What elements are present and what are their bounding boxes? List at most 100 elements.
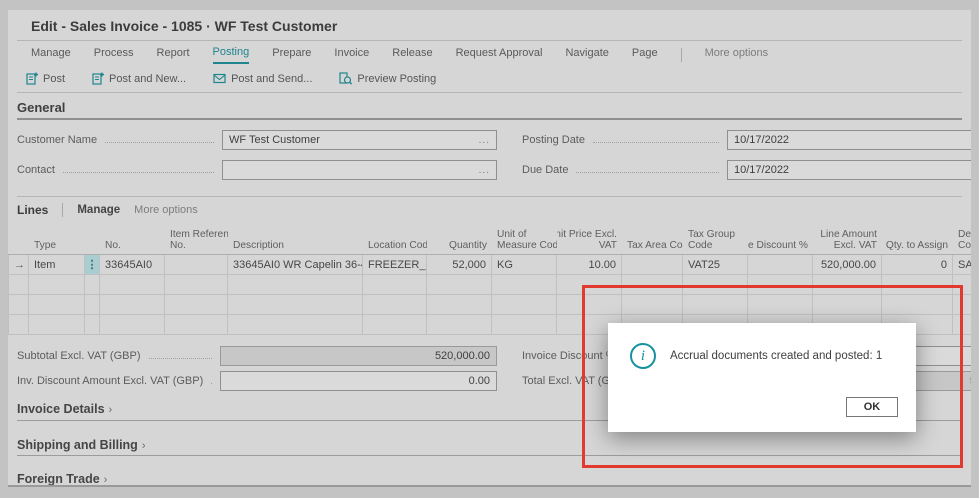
column-header[interactable]: No. [100,225,165,255]
due-date-input[interactable]: 10/17/2022 [727,160,971,180]
menu-item-release[interactable]: Release [392,47,432,63]
table-cell[interactable] [165,315,228,335]
table-cell[interactable]: VAT25 [683,255,748,275]
row-selector-cell[interactable] [8,295,29,315]
table-cell[interactable] [557,295,622,315]
table-cell[interactable] [228,275,363,295]
table-cell[interactable] [85,315,100,335]
column-header[interactable]: Line Discount % [748,225,813,255]
general-section-heading[interactable]: General [17,100,65,115]
preview-posting-button[interactable]: Preview Posting [339,72,436,85]
table-cell[interactable] [953,295,971,315]
table-cell[interactable] [683,295,748,315]
table-cell[interactable] [165,295,228,315]
table-cell[interactable] [953,315,971,335]
table-cell[interactable] [953,275,971,295]
column-header[interactable] [8,225,29,255]
row-selector-cell[interactable] [8,315,29,335]
table-cell[interactable]: 10.00 [557,255,622,275]
table-cell[interactable] [813,295,882,315]
table-cell[interactable] [492,295,557,315]
column-header[interactable]: Item ReferenceNo. [165,225,228,255]
shipping-and-billing-section[interactable]: Shipping and Billing› [17,438,146,452]
contact-input[interactable]: ... [222,160,497,180]
menu-item-invoice[interactable]: Invoice [334,47,369,63]
table-cell[interactable] [622,295,683,315]
table-cell[interactable] [363,275,427,295]
table-cell[interactable]: FREEZER_01 [363,255,427,275]
table-cell[interactable] [427,295,492,315]
invoice-details-section[interactable]: Invoice Details› [17,402,112,416]
assist-edit-icon[interactable]: ... [479,165,490,176]
post-button[interactable]: Post [26,72,65,85]
table-cell[interactable] [228,315,363,335]
post-and-new-button[interactable]: Post and New... [92,72,186,85]
table-cell[interactable] [882,295,953,315]
column-header[interactable]: Unit Price Excl.VAT [557,225,622,255]
table-cell[interactable] [29,315,85,335]
table-cell[interactable] [492,275,557,295]
menu-more-options[interactable]: More options [705,47,769,63]
menu-item-posting[interactable]: Posting [213,46,250,64]
menu-item-request-approval[interactable]: Request Approval [456,47,543,63]
table-cell[interactable]: 520,000.00 [813,255,882,275]
column-header[interactable]: Tax GroupCode [683,225,748,255]
table-cell[interactable] [363,295,427,315]
column-header[interactable]: DeparCode [953,225,971,255]
ok-button[interactable]: OK [846,397,898,417]
column-header[interactable]: Unit ofMeasure Code [492,225,557,255]
table-cell[interactable]: 52,000 [427,255,492,275]
table-cell[interactable] [363,315,427,335]
table-cell[interactable] [492,315,557,335]
table-cell[interactable]: 0 [882,255,953,275]
table-cell[interactable] [228,295,363,315]
table-cell[interactable] [165,255,228,275]
table-cell[interactable] [813,275,882,295]
table-cell[interactable] [882,275,953,295]
table-cell[interactable] [622,255,683,275]
table-cell[interactable]: 33645AI0 [100,255,165,275]
foreign-trade-section[interactable]: Foreign Trade› [17,472,107,486]
table-cell[interactable] [427,275,492,295]
menu-item-process[interactable]: Process [94,47,134,63]
menu-item-navigate[interactable]: Navigate [565,47,608,63]
table-cell[interactable] [427,315,492,335]
table-cell[interactable] [85,295,100,315]
posting-date-input[interactable]: 10/17/2022 [727,130,971,150]
table-cell[interactable] [100,295,165,315]
post-and-send-button[interactable]: Post and Send... [213,73,312,85]
column-header[interactable]: Location Code [363,225,427,255]
column-header[interactable]: Tax Area Code [622,225,683,255]
menu-item-page[interactable]: Page [632,47,658,63]
table-cell[interactable] [683,275,748,295]
table-cell[interactable] [100,275,165,295]
column-header[interactable]: Quantity [427,225,492,255]
table-cell[interactable] [29,295,85,315]
table-cell[interactable] [622,275,683,295]
menu-item-report[interactable]: Report [157,47,190,63]
table-cell[interactable] [29,275,85,295]
column-header[interactable] [85,225,100,255]
table-cell[interactable]: KG [492,255,557,275]
lines-manage-button[interactable]: Manage [77,204,120,216]
row-selector-cell[interactable]: → [8,255,29,275]
table-cell[interactable] [85,275,100,295]
table-cell[interactable] [748,295,813,315]
column-header[interactable]: Qty. to Assign [882,225,953,255]
menu-item-manage[interactable]: Manage [31,47,71,63]
column-header[interactable]: Description [228,225,363,255]
table-cell[interactable]: SALE [953,255,971,275]
customer-name-input[interactable]: WF Test Customer ... [222,130,497,150]
lines-more-options[interactable]: More options [134,204,198,216]
table-cell[interactable] [748,275,813,295]
menu-item-prepare[interactable]: Prepare [272,47,311,63]
inv-discount-input[interactable]: 0.00 [220,371,497,391]
row-options-icon[interactable]: ⋮ [85,255,100,275]
row-selector-cell[interactable] [8,275,29,295]
table-cell[interactable] [557,275,622,295]
table-cell[interactable] [748,255,813,275]
table-cell[interactable]: 33645AI0 WR Capelin 36-45 [228,255,363,275]
lines-tab[interactable]: Lines [17,203,48,217]
table-cell[interactable] [100,315,165,335]
column-header[interactable]: Type [29,225,85,255]
